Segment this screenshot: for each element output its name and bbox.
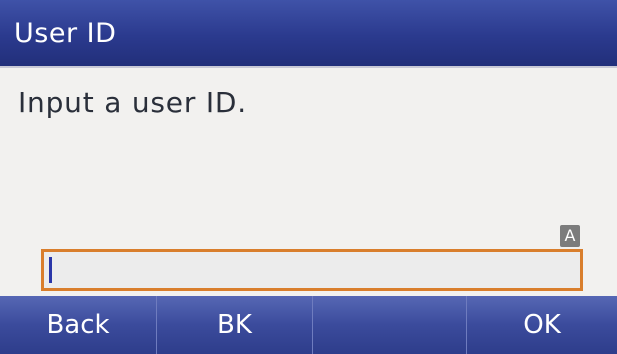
input-mode-indicator: A xyxy=(560,225,580,247)
phone-display: User ID Input a user ID. A Back BK OK xyxy=(0,0,617,354)
text-cursor xyxy=(49,257,52,283)
softkey-bk[interactable]: BK xyxy=(156,296,312,354)
softkey-empty[interactable] xyxy=(312,296,466,354)
screen-title: User ID xyxy=(14,18,117,49)
user-id-input[interactable] xyxy=(41,249,583,291)
softkey-back[interactable]: Back xyxy=(0,296,156,354)
softkey-ok[interactable]: OK xyxy=(466,296,617,354)
title-bar: User ID xyxy=(0,0,617,68)
softkey-bar: Back BK OK xyxy=(0,296,617,354)
instruction-text: Input a user ID. xyxy=(18,86,247,119)
